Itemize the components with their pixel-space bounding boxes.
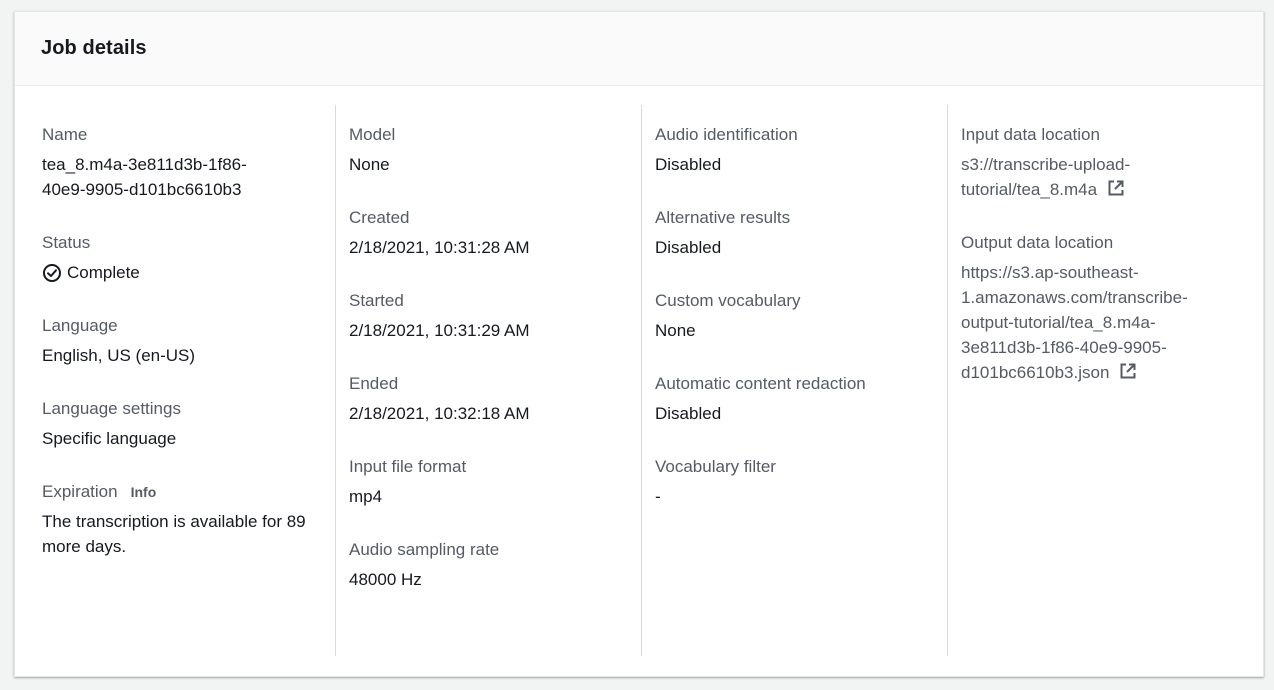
output-location-field: Output data location https://s3.ap-south… bbox=[961, 232, 1247, 385]
audio-identification-label: Audio identification bbox=[655, 125, 798, 144]
model-field: Model None bbox=[349, 124, 641, 177]
expiration-label-row: Expiration Info bbox=[42, 481, 317, 503]
details-column-4: Input data location s3://transcribe-uplo… bbox=[947, 105, 1247, 656]
status-label: Status bbox=[42, 233, 91, 252]
created-field: Created 2/18/2021, 10:31:28 AM bbox=[349, 207, 641, 260]
details-column-1: Name tea_8.m4a-3e811d3b-1f86-40e9-9905-d… bbox=[42, 105, 317, 656]
check-circle-icon bbox=[42, 263, 62, 283]
vocabulary-filter-value: - bbox=[655, 487, 661, 506]
content-redaction-field: Automatic content redaction Disabled bbox=[655, 373, 947, 426]
panel-header: Job details bbox=[15, 12, 1263, 86]
content-redaction-value: Disabled bbox=[655, 404, 722, 423]
ended-field: Ended 2/18/2021, 10:32:18 AM bbox=[349, 373, 641, 426]
expiration-label: Expiration bbox=[42, 482, 118, 501]
output-location-label: Output data location bbox=[961, 233, 1114, 252]
external-link-icon[interactable] bbox=[1119, 362, 1137, 380]
input-location-link[interactable]: s3://transcribe-upload-tutorial/tea_8.m4… bbox=[961, 155, 1130, 199]
alternative-results-label: Alternative results bbox=[655, 208, 791, 227]
panel-body: Name tea_8.m4a-3e811d3b-1f86-40e9-9905-d… bbox=[15, 86, 1263, 676]
started-value: 2/18/2021, 10:31:29 AM bbox=[349, 321, 530, 340]
audio-identification-field: Audio identification Disabled bbox=[655, 124, 947, 177]
input-format-value: mp4 bbox=[349, 487, 383, 506]
custom-vocabulary-value: None bbox=[655, 321, 696, 340]
job-details-panel: Job details Name tea_8.m4a-3e811d3b-1f86… bbox=[14, 11, 1264, 677]
panel-title: Job details bbox=[41, 37, 147, 59]
expiration-field: Expiration Info The transcription is ava… bbox=[42, 481, 317, 559]
language-settings-field: Language settings Specific language bbox=[42, 398, 317, 451]
status-value: Complete bbox=[42, 260, 317, 285]
custom-vocabulary-label: Custom vocabulary bbox=[655, 291, 801, 310]
status-field: Status Complete bbox=[42, 232, 317, 285]
sampling-rate-value: 48000 Hz bbox=[349, 570, 422, 589]
sampling-rate-field: Audio sampling rate 48000 Hz bbox=[349, 539, 641, 592]
external-link-icon[interactable] bbox=[1107, 179, 1125, 197]
created-value: 2/18/2021, 10:31:28 AM bbox=[349, 238, 530, 257]
output-location-link[interactable]: https://s3.ap-southeast-1.amazonaws.com/… bbox=[961, 263, 1188, 382]
language-settings-label: Language settings bbox=[42, 399, 181, 418]
input-location-field: Input data location s3://transcribe-uplo… bbox=[961, 124, 1247, 202]
content-redaction-label: Automatic content redaction bbox=[655, 374, 866, 393]
alternative-results-field: Alternative results Disabled bbox=[655, 207, 947, 260]
input-format-label: Input file format bbox=[349, 457, 467, 476]
started-label: Started bbox=[349, 291, 404, 310]
audio-identification-value: Disabled bbox=[655, 155, 722, 174]
language-label: Language bbox=[42, 316, 118, 335]
language-settings-value: Specific language bbox=[42, 429, 177, 448]
name-field: Name tea_8.m4a-3e811d3b-1f86-40e9-9905-d… bbox=[42, 124, 317, 202]
sampling-rate-label: Audio sampling rate bbox=[349, 540, 500, 559]
created-label: Created bbox=[349, 208, 410, 227]
expiration-info-link[interactable]: Info bbox=[131, 481, 157, 503]
input-format-field: Input file format mp4 bbox=[349, 456, 641, 509]
vocabulary-filter-field: Vocabulary filter - bbox=[655, 456, 947, 509]
status-text: Complete bbox=[67, 263, 140, 282]
expiration-value: The transcription is available for 89 mo… bbox=[42, 512, 306, 556]
output-location-value: https://s3.ap-southeast-1.amazonaws.com/… bbox=[961, 260, 1206, 385]
custom-vocabulary-field: Custom vocabulary None bbox=[655, 290, 947, 343]
vocabulary-filter-label: Vocabulary filter bbox=[655, 457, 776, 476]
input-location-value: s3://transcribe-upload-tutorial/tea_8.m4… bbox=[961, 152, 1181, 202]
details-column-2: Model None Created 2/18/2021, 10:31:28 A… bbox=[335, 105, 641, 656]
model-value: None bbox=[349, 155, 390, 174]
input-location-label: Input data location bbox=[961, 125, 1100, 144]
ended-value: 2/18/2021, 10:32:18 AM bbox=[349, 404, 530, 423]
name-label: Name bbox=[42, 125, 88, 144]
language-field: Language English, US (en-US) bbox=[42, 315, 317, 368]
started-field: Started 2/18/2021, 10:31:29 AM bbox=[349, 290, 641, 343]
ended-label: Ended bbox=[349, 374, 399, 393]
model-label: Model bbox=[349, 125, 396, 144]
alternative-results-value: Disabled bbox=[655, 238, 722, 257]
details-column-3: Audio identification Disabled Alternativ… bbox=[641, 105, 947, 656]
language-value: English, US (en-US) bbox=[42, 346, 196, 365]
name-value: tea_8.m4a-3e811d3b-1f86-40e9-9905-d101bc… bbox=[42, 155, 247, 199]
